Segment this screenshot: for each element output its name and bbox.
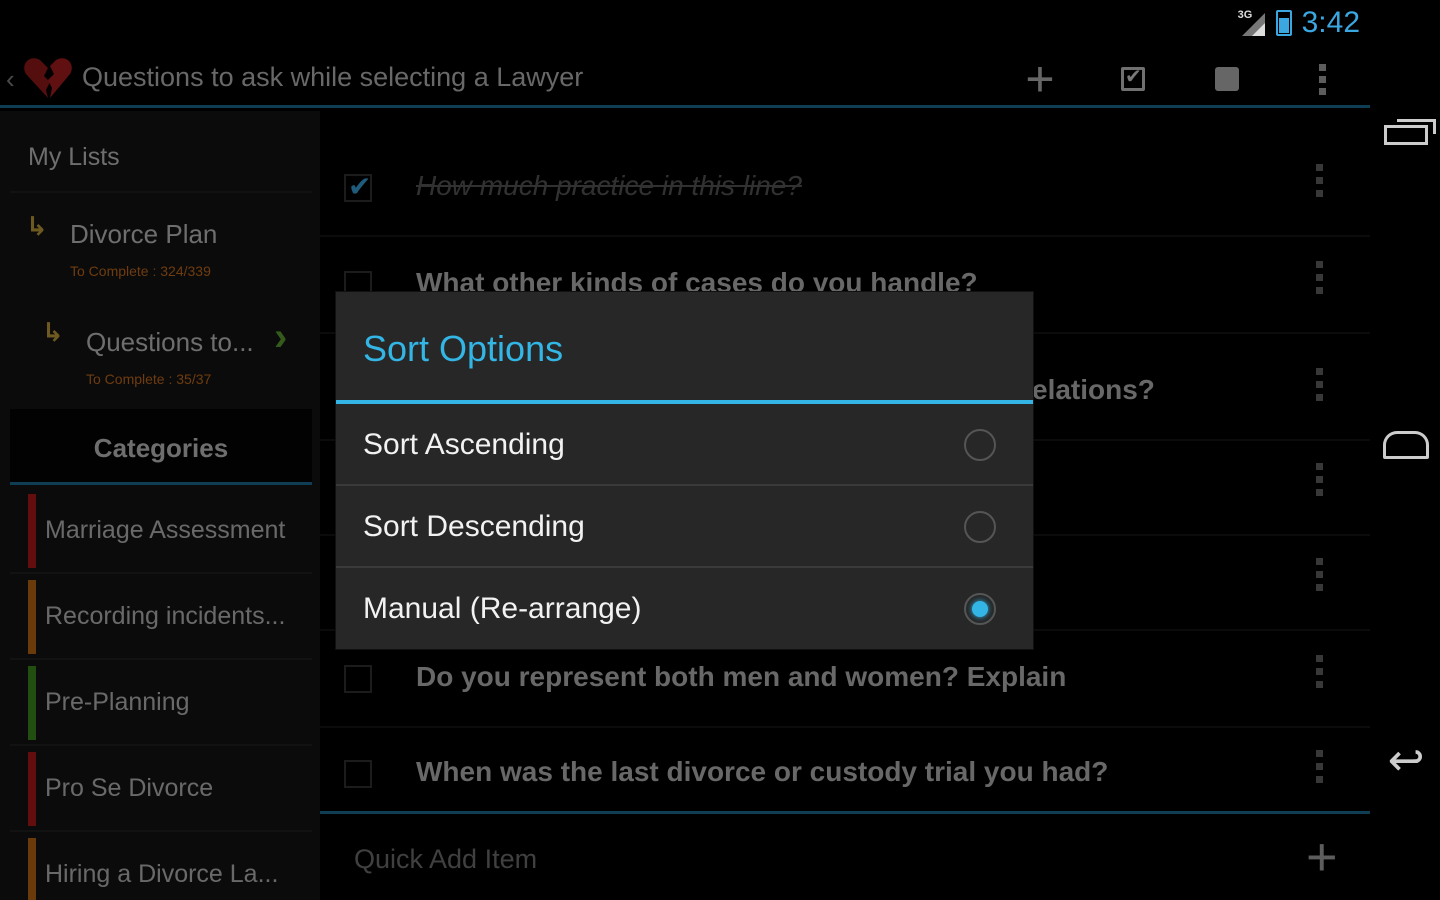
dialog-title-bar: Sort Options: [336, 292, 1033, 404]
status-bar: 3G 3:42: [0, 0, 1370, 48]
dialog-title: Sort Options: [363, 328, 564, 369]
manual-rearrange-option[interactable]: Manual (Re-arrange): [336, 568, 1033, 650]
network-type: 3G: [1237, 9, 1253, 21]
sort-ascending-option[interactable]: Sort Ascending: [336, 404, 1033, 486]
option-label: Sort Ascending: [363, 428, 565, 461]
option-label: Sort Descending: [363, 510, 585, 543]
radio-button-selected[interactable]: [964, 593, 996, 625]
clock: 3:42: [1301, 6, 1360, 39]
sort-options-dialog: Sort Options Sort Ascending Sort Descend…: [336, 292, 1033, 649]
option-label: Manual (Re-arrange): [363, 592, 642, 625]
home-icon: [1383, 431, 1429, 459]
home-button[interactable]: [1380, 425, 1432, 465]
battery-icon: [1275, 10, 1292, 36]
radio-button[interactable]: [964, 511, 996, 543]
sort-descending-option[interactable]: Sort Descending: [336, 486, 1033, 568]
radio-button[interactable]: [964, 429, 996, 461]
signal-icon: 3G: [1238, 9, 1266, 37]
status-icons: 3G 3:42: [1238, 6, 1360, 40]
back-icon: ↩: [1387, 735, 1425, 785]
back-button[interactable]: ↩: [1380, 736, 1432, 785]
recent-apps-icon: [1384, 119, 1436, 145]
system-nav-bar: ↩: [1370, 0, 1440, 900]
recent-apps-button[interactable]: [1380, 115, 1436, 155]
